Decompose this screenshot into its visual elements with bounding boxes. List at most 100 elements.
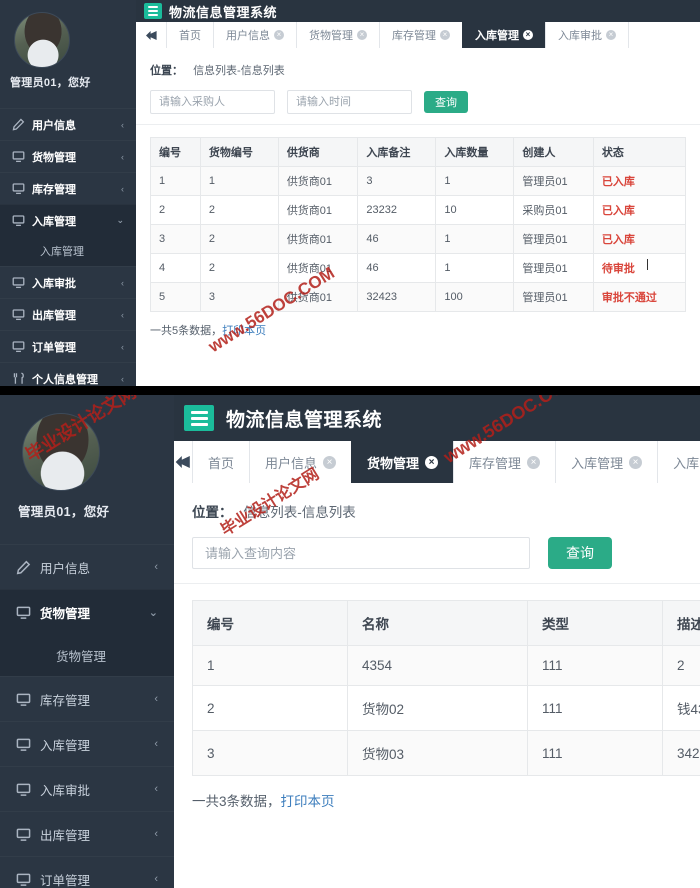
table-row[interactable]: 2 货物02 111 钱4324 xyxy=(192,685,700,731)
cell-type: 111 xyxy=(527,730,663,776)
sidebar-item-label: 入库审批 xyxy=(40,783,91,798)
table-row[interactable]: 2 2 供货商01 23232 10 采购员01 已入库 xyxy=(150,195,687,225)
table-row[interactable]: 4 2 供货商01 46 1 管理员01 待审批 xyxy=(150,253,687,283)
table-row[interactable]: 3 货物03 111 34234 xyxy=(192,730,700,776)
col-type: 类型 xyxy=(527,600,663,646)
goods-table: 编号 名称 类型 描述 1 4354 111 2 2 货物02 111 钱4 3… xyxy=(192,600,700,776)
screenshot-panel-bottom: 管理员01，您好 用户信息 ‹ 货物管理 ⌄ 货物管理 库存管理 ‹ 入库管理 xyxy=(0,395,700,888)
sidebar-item-goods-management[interactable]: 货物管理 ‹ xyxy=(0,140,136,172)
tab-inventory-management[interactable]: 库存管理 × xyxy=(379,22,462,48)
cell-id: 2 xyxy=(192,685,348,731)
sidebar-item-inbound-approval[interactable]: 入库审批 ‹ xyxy=(0,266,136,298)
tab-inventory-management[interactable]: 库存管理 × xyxy=(453,441,556,483)
sidebar-item-inbound-management[interactable]: 入库管理 ⌄ xyxy=(0,204,136,236)
sidebar-subitem-inbound-management[interactable]: 入库管理 xyxy=(0,236,136,266)
chevron-left-icon: ‹ xyxy=(154,873,158,885)
sidebar-item-user-info[interactable]: 用户信息 ‹ xyxy=(0,544,174,589)
print-page-link[interactable]: 打印本页 xyxy=(281,794,335,809)
sidebar-item-inbound-management[interactable]: 入库管理 ‹ xyxy=(0,721,174,766)
status-badge: 已入库 xyxy=(592,195,687,225)
sidebar-item-goods-management[interactable]: 货物管理 ⌄ xyxy=(0,589,174,634)
cell-goods-id: 2 xyxy=(199,195,279,225)
tab-inbound-approval[interactable]: 入库审批× xyxy=(657,441,700,483)
cell-remark: 32423 xyxy=(357,282,437,312)
table-row[interactable]: 3 2 供货商01 46 1 管理员01 已入库 xyxy=(150,224,687,254)
sidebar-item-label: 订单管理 xyxy=(32,341,76,354)
tabs-scroll-left-button[interactable] xyxy=(136,22,166,48)
sidebar-item-outbound-management[interactable]: 出库管理 ‹ xyxy=(0,298,136,330)
inbound-table: 编号 货物编号 供货商 入库备注 入库数量 创建人 状态 1 1 供货商01 3… xyxy=(150,137,687,312)
close-icon[interactable]: × xyxy=(357,30,367,40)
table-row[interactable]: 1 4354 111 2 xyxy=(192,645,700,686)
cell-goods-id: 2 xyxy=(199,224,279,254)
search-button[interactable]: 查询 xyxy=(548,537,612,569)
cell-quantity: 100 xyxy=(435,282,515,312)
time-search-input[interactable] xyxy=(287,90,412,114)
sidebar-item-label: 出库管理 xyxy=(40,828,91,843)
col-supplier: 供货商 xyxy=(277,137,359,167)
close-icon[interactable]: × xyxy=(425,455,439,469)
sidebar-item-user-info[interactable]: 用户信息 ‹ xyxy=(0,108,136,140)
cell-id: 1 xyxy=(150,166,201,196)
close-icon[interactable]: × xyxy=(629,455,643,469)
tab-home[interactable]: 首页 xyxy=(166,22,213,48)
close-icon[interactable]: × xyxy=(527,455,541,469)
table-row[interactable]: 5 3 供货商01 32423 100 管理员01 审批不通过 xyxy=(150,282,687,312)
cell-goods-id: 2 xyxy=(199,253,279,283)
buyer-search-input[interactable] xyxy=(150,90,275,114)
tab-user-info[interactable]: 用户信息 × xyxy=(213,22,296,48)
greeting-text: 管理员01，您好 xyxy=(10,77,91,89)
cell-description: 钱4324 xyxy=(662,685,700,731)
sidebar-item-order-management[interactable]: 订单管理 ‹ xyxy=(0,330,136,362)
cell-creator: 管理员01 xyxy=(513,253,594,283)
close-icon[interactable]: × xyxy=(440,30,450,40)
greeting-text: 管理员01，您好 xyxy=(18,505,110,519)
user-profile: 管理员01，您好 xyxy=(0,395,174,528)
cell-description: 2 xyxy=(662,645,700,686)
sidebar-item-personal-info-management[interactable]: 个人信息管理 ‹ xyxy=(0,362,136,386)
record-count-text: 一共3条数据， xyxy=(192,794,281,809)
hamburger-logo-icon[interactable] xyxy=(184,405,214,431)
close-icon[interactable]: × xyxy=(606,30,616,40)
tab-inbound-approval[interactable]: 入库审批× xyxy=(545,22,628,48)
tab-goods-management[interactable]: 货物管理 × xyxy=(296,22,379,48)
screenshot-panel-top: 管理员01，您好 用户信息 ‹ 货物管理 ‹ 库存管理 ‹ 入库管理 ⌄ 入库管… xyxy=(0,0,700,386)
sidebar-item-outbound-management[interactable]: 出库管理 ‹ xyxy=(0,811,174,856)
cell-creator: 管理员01 xyxy=(513,282,594,312)
breadcrumb-path: 信息列表-信息列表 xyxy=(243,505,356,520)
table-container-bottom: 编号 名称 类型 描述 1 4354 111 2 2 货物02 111 钱4 3… xyxy=(174,584,700,776)
sidebar-subitem-goods-management[interactable]: 货物管理 xyxy=(0,634,174,676)
monitor-icon xyxy=(12,340,25,353)
close-icon[interactable]: × xyxy=(523,30,533,40)
chevron-down-icon: ⌄ xyxy=(116,215,124,225)
monitor-icon xyxy=(16,737,31,752)
sidebar-item-inbound-approval[interactable]: 入库审批 ‹ xyxy=(0,766,174,811)
search-button[interactable]: 查询 xyxy=(424,91,468,113)
close-icon[interactable]: × xyxy=(274,30,284,40)
cell-type: 111 xyxy=(527,645,663,686)
content-area-top: 物流信息管理系统 首页 用户信息 × 货物管理 × 库存管理 × 入库管理 × 入库审批… xyxy=(136,0,700,386)
cell-supplier: 供货商01 xyxy=(277,166,359,196)
cell-id: 1 xyxy=(192,645,348,686)
tab-inbound-management[interactable]: 入库管理 × xyxy=(555,441,658,483)
sidebar-item-inventory-management[interactable]: 库存管理 ‹ xyxy=(0,172,136,204)
col-description: 描述 xyxy=(662,600,700,646)
tab-bar-filler xyxy=(628,22,700,48)
tab-inbound-management[interactable]: 入库管理 × xyxy=(462,22,545,48)
close-icon[interactable]: × xyxy=(323,455,337,469)
sidebar-item-label: 出库管理 xyxy=(32,309,76,322)
hamburger-logo-icon[interactable] xyxy=(144,3,162,19)
tabs-scroll-left-button[interactable] xyxy=(174,441,192,483)
chevron-left-icon: ‹ xyxy=(154,693,158,705)
search-input[interactable] xyxy=(192,537,530,569)
tab-goods-management[interactable]: 货物管理 × xyxy=(351,441,454,483)
print-page-link[interactable]: 打印本页 xyxy=(222,325,266,337)
tab-home[interactable]: 首页 xyxy=(192,441,250,483)
sidebar-item-order-management[interactable]: 订单管理 ‹ xyxy=(0,856,174,888)
double-chevron-left-icon xyxy=(175,456,190,468)
table-row[interactable]: 1 1 供货商01 3 1 管理员01 已入库 xyxy=(150,166,687,196)
sidebar-item-label: 个人信息管理 xyxy=(32,373,98,386)
tab-user-info[interactable]: 用户信息 × xyxy=(249,441,352,483)
search-form-bottom: 查询 xyxy=(174,523,700,584)
sidebar-item-inventory-management[interactable]: 库存管理 ‹ xyxy=(0,676,174,721)
